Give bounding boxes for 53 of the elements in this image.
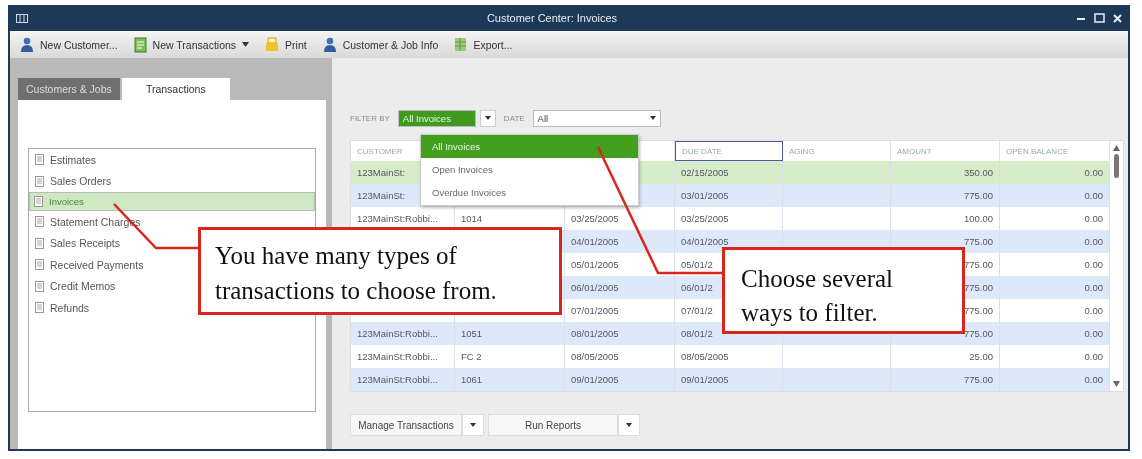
table-cell: 0.00 bbox=[1084, 236, 1103, 247]
table-cell: 02/15/2005 bbox=[681, 167, 729, 178]
table-cell: 775.00 bbox=[963, 374, 993, 385]
table-cell: 775.00 bbox=[963, 282, 993, 293]
window-title: Customer Center: Invoices bbox=[485, 12, 619, 24]
table-cell: 06/01/2005 bbox=[571, 282, 619, 293]
table-cell: FC 2 bbox=[461, 351, 482, 362]
table-cell: 100.00 bbox=[963, 213, 993, 224]
table-cell: 04/01/2005 bbox=[571, 236, 619, 247]
table-cell: 123MainSt: bbox=[357, 190, 406, 201]
table-cell: 08/01/2 bbox=[681, 328, 713, 339]
table-cell: 350.00 bbox=[963, 167, 993, 178]
table-cell: 1014 bbox=[461, 213, 483, 224]
table-cell: 123MainSt:Robbi... bbox=[357, 374, 438, 385]
callout-tooltip: Choose several ways to filter. bbox=[722, 247, 965, 334]
callout-tooltip: You have many types of transactions to choose from. bbox=[198, 227, 562, 315]
table-cell: 07/01/2005 bbox=[571, 305, 619, 316]
table-cell: 05/01/2005 bbox=[571, 259, 619, 270]
table-cell: 04/01/2005 bbox=[681, 236, 729, 247]
table-cell: 0.00 bbox=[1084, 259, 1103, 270]
table-cell: 09/01/2005 bbox=[681, 374, 729, 385]
table-cell: 0.00 bbox=[1084, 305, 1103, 316]
table-cell: 775.00 bbox=[963, 236, 993, 247]
table-cell: 08/01/2005 bbox=[571, 328, 619, 339]
table-cell: 1061 bbox=[461, 374, 483, 385]
table-cell: 775.00 bbox=[963, 305, 993, 316]
date-label: DATE bbox=[503, 113, 525, 123]
table-cell: 0.00 bbox=[1084, 374, 1103, 385]
table-cell: 123MainSt:Robbi... bbox=[357, 213, 438, 224]
table-cell: 03/25/2005 bbox=[571, 213, 619, 224]
filter-label: FILTER BY bbox=[350, 113, 390, 123]
table-cell: 05/01/2 bbox=[681, 259, 713, 270]
table-cell: 08/05/2005 bbox=[571, 351, 619, 362]
table-cell: 775.00 bbox=[963, 328, 993, 339]
table-cell: 123MainSt:Robbi... bbox=[357, 351, 438, 362]
table-cell: 0.00 bbox=[1084, 190, 1103, 201]
table-cell: 03/01/2005 bbox=[681, 190, 729, 201]
table-cell: 0.00 bbox=[1084, 213, 1103, 224]
table-cell: 09/01/2005 bbox=[571, 374, 619, 385]
table-cell: 25.00 bbox=[969, 351, 993, 362]
table-cell: 775.00 bbox=[963, 259, 993, 270]
table-cell: 123MainSt: bbox=[357, 167, 406, 178]
table-cell: 07/01/2 bbox=[681, 305, 713, 316]
table-cell: 1051 bbox=[461, 328, 483, 339]
table-cell: 06/01/2 bbox=[681, 282, 713, 293]
table-cell: 08/05/2005 bbox=[681, 351, 729, 362]
table-cell: 0.00 bbox=[1084, 328, 1103, 339]
table-cell: 123MainSt:Robbi... bbox=[357, 328, 438, 339]
table-cell: 0.00 bbox=[1084, 167, 1103, 178]
table-cell: 03/25/2005 bbox=[681, 213, 729, 224]
table-cell: 775.00 bbox=[963, 190, 993, 201]
table-cell: 0.00 bbox=[1084, 351, 1103, 362]
table-cell: 0.00 bbox=[1084, 282, 1103, 293]
